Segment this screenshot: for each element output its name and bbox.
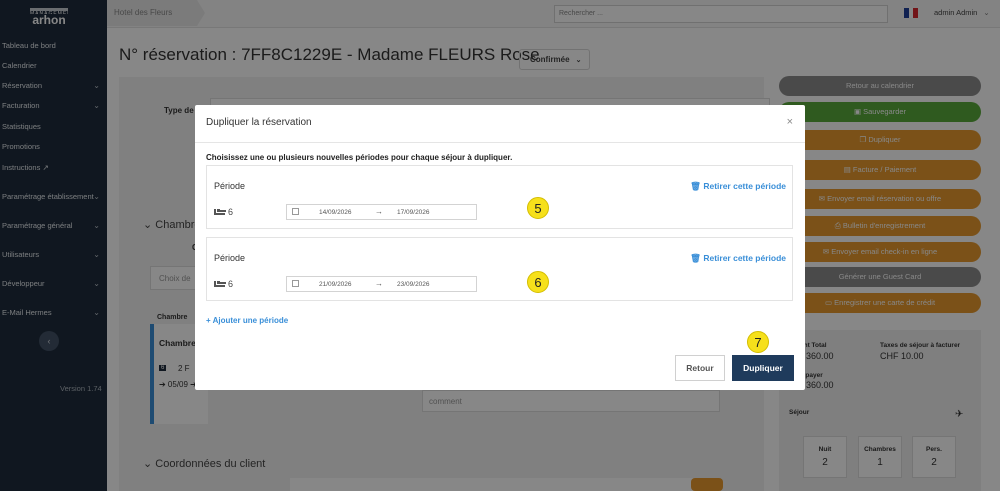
date-range-input[interactable]: 21/09/2026 → 23/09/2026 [286,276,477,292]
calendar-icon [292,208,299,215]
step-marker: 6 [527,271,549,293]
confirm-duplicate-button[interactable]: Dupliquer [732,355,794,381]
remove-period-label: Retirer cette période [703,253,786,263]
modal-instructions: Choisissez une ou plusieurs nouvelles pé… [206,153,513,162]
start-date: 14/09/2026 [319,209,352,216]
trash-icon: 🗑 [690,181,704,191]
arrow-right-icon: → [375,207,383,216]
add-period-button[interactable]: + Ajouter une période [206,316,288,325]
step-marker: 5 [527,197,549,219]
close-icon[interactable]: × [787,116,793,128]
period-block: Période 🗑 Retirer cette période 6 21/09/… [206,237,793,301]
end-date: 17/09/2026 [397,209,430,216]
arrow-right-icon: → [375,279,383,288]
remove-period-label: Retirer cette période [703,181,786,191]
room-number: 6 [228,279,234,289]
date-range-input[interactable]: 14/09/2026 → 17/09/2026 [286,204,477,220]
divider [195,142,805,143]
calendar-icon [292,280,299,287]
room-number: 6 [228,207,234,217]
room-info: 6 [214,207,233,217]
bed-icon [214,209,226,215]
back-button[interactable]: Retour [675,355,725,381]
bed-icon [214,281,226,287]
start-date: 21/09/2026 [319,281,352,288]
trash-icon: 🗑 [690,253,704,263]
period-label: Période [214,181,246,191]
end-date: 23/09/2026 [397,281,430,288]
remove-period-button[interactable]: 🗑 Retirer cette période [690,253,786,264]
period-label: Période [214,253,246,263]
duplicate-reservation-modal: Dupliquer la réservation × Choisissez un… [195,105,805,390]
period-block: Période 🗑 Retirer cette période 6 14/09/… [206,165,793,229]
modal-title: Dupliquer la réservation [206,117,312,128]
step-marker: 7 [747,331,769,353]
remove-period-button[interactable]: 🗑 Retirer cette période [690,181,786,192]
room-info: 6 [214,279,233,289]
